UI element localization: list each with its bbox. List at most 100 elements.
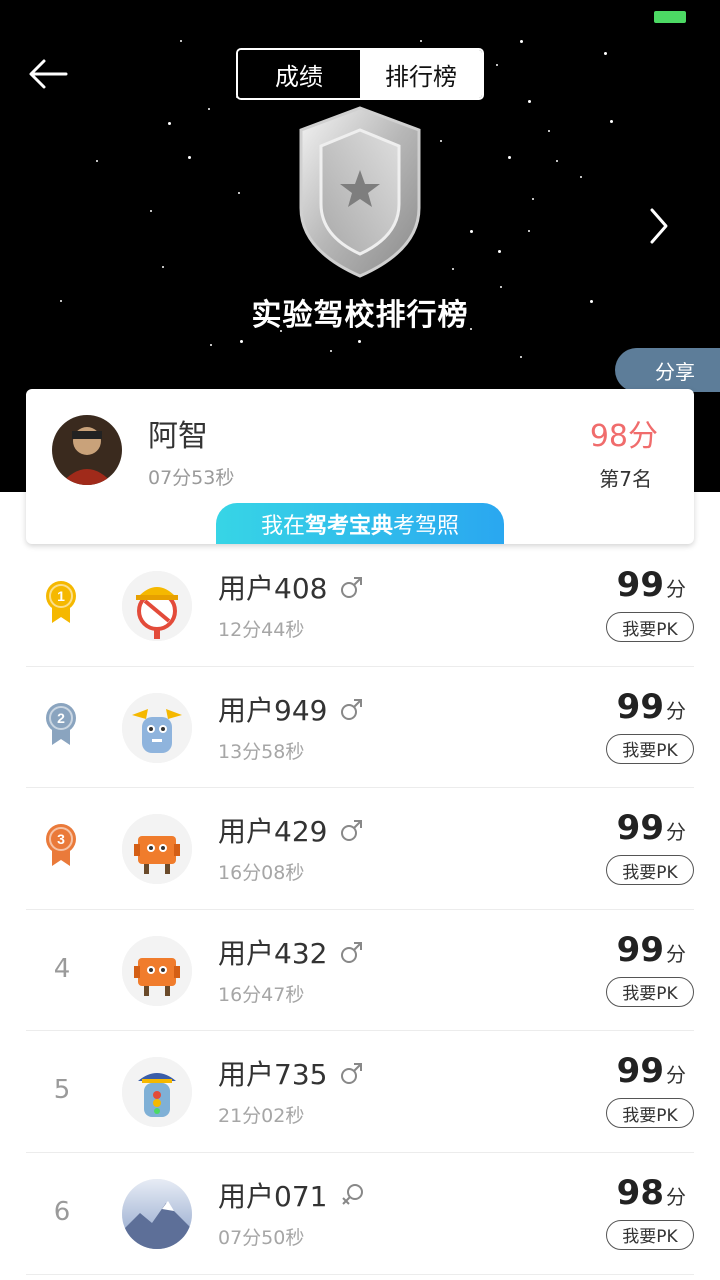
star-dot — [520, 356, 522, 358]
score: 98分 — [617, 1173, 686, 1213]
star-dot — [498, 250, 501, 253]
avatar[interactable] — [122, 571, 192, 641]
star-dot — [162, 266, 164, 268]
star-dot — [500, 286, 502, 288]
star-dot — [452, 268, 454, 270]
star-dot — [496, 64, 498, 66]
promo-banner[interactable]: 我在 驾考宝典 考驾照 — [216, 503, 504, 544]
star-dot — [208, 108, 210, 110]
divider — [26, 1273, 694, 1275]
user-name-line: 用户949 — [218, 689, 365, 729]
score: 99 分 — [617, 1051, 686, 1091]
star-dot — [150, 210, 152, 212]
score: 99 分 — [617, 808, 686, 848]
promo-brand: 驾考宝典 — [304, 514, 393, 539]
star-dot — [604, 52, 607, 55]
user-name-line: 用户429 — [218, 810, 365, 850]
chevron-right-icon[interactable] — [644, 204, 674, 248]
battery-icon — [654, 11, 686, 23]
table-row[interactable]: 2 用户949 13分58秒 99 分我要PK — [0, 667, 720, 789]
user-name-line: 用户071 — [218, 1175, 365, 1215]
star-dot — [470, 230, 473, 233]
male-icon — [341, 1063, 363, 1085]
user-name: 用户408 — [218, 572, 328, 605]
avatar[interactable] — [52, 415, 122, 485]
star-dot — [556, 160, 558, 162]
pk-button[interactable]: 我要PK — [606, 1219, 694, 1250]
user-name: 用户735 — [218, 1058, 328, 1092]
elapsed-time: 16分47秒 — [218, 983, 305, 1006]
star-dot — [420, 40, 422, 42]
table-row[interactable]: 1 用户408 12分44秒 99 分我要PK — [0, 545, 720, 667]
bronze-medal-icon: 3 — [44, 822, 78, 868]
score-value: 99 — [616, 1051, 664, 1092]
tab-leaderboard[interactable]: 排行榜 — [360, 50, 482, 98]
table-row[interactable]: 3 用户429 16分08秒 99 分我要PK — [0, 788, 720, 910]
promo-suffix: 考驾照 — [393, 514, 460, 539]
user-name: 用户432 — [218, 936, 328, 970]
star-dot — [508, 156, 511, 159]
pk-button[interactable]: 我要PK — [606, 1098, 694, 1129]
user-name: 用户949 — [218, 693, 328, 727]
rank-number: 6 — [53, 1196, 71, 1227]
avatar[interactable] — [122, 814, 192, 885]
score-unit: 分 — [666, 698, 686, 723]
pk-button[interactable]: 我要PK — [606, 733, 694, 764]
user-name: 阿智 — [148, 419, 208, 454]
medal-rank: 1 — [57, 588, 65, 604]
star-dot — [580, 176, 582, 178]
star-dot — [610, 120, 613, 123]
share-button[interactable]: 分享 — [615, 348, 720, 392]
score-value: 99 — [616, 686, 664, 727]
score-value: 98 — [616, 1172, 664, 1213]
star-dot — [528, 100, 531, 103]
my-result-card: 阿智 07分53秒 98分 第7名 我在 驾考宝典 考驾照 — [26, 389, 694, 544]
elapsed-time: 13分58秒 — [218, 740, 305, 763]
score-unit: 分 — [666, 1184, 686, 1209]
pk-button[interactable]: 我要PK — [606, 612, 694, 642]
star-dot — [330, 350, 332, 352]
avatar[interactable] — [122, 1057, 192, 1128]
table-row[interactable]: 5 用户735 21分02秒 99 分我要PK — [0, 1031, 720, 1153]
score: 99 分 — [617, 930, 686, 970]
user-name-line: 用户735 — [218, 1053, 365, 1093]
elapsed-time: 07分50秒 — [218, 1226, 305, 1249]
tab-score[interactable]: 成绩 — [238, 50, 360, 98]
table-row[interactable]: 6 用户071 07分50秒 98 分我要PK — [0, 1153, 720, 1275]
user-name-line: 用户432 — [218, 932, 365, 972]
pk-button[interactable]: 我要PK — [606, 976, 694, 1007]
elapsed-time: 16分08秒 — [218, 862, 305, 885]
user-name: 用户429 — [218, 815, 328, 849]
rank-number: 5 — [53, 1075, 71, 1106]
star-dot — [180, 40, 182, 42]
score-unit: 分 — [666, 1063, 686, 1088]
avatar[interactable] — [122, 692, 192, 763]
gold-medal-icon: 1 — [44, 579, 78, 625]
star-dot — [520, 40, 523, 43]
score-value: 99 — [616, 808, 664, 849]
male-icon — [341, 941, 363, 963]
male-icon — [341, 698, 363, 720]
silver-medal-icon: 2 — [44, 701, 78, 747]
star-dot — [96, 160, 98, 162]
table-row[interactable]: 4 用户432 16分47秒 99 分我要PK — [0, 910, 720, 1032]
score-unit: 分 — [666, 577, 686, 601]
star-dot — [188, 156, 191, 159]
score: 98分 — [589, 419, 658, 454]
score-unit: 分 — [666, 941, 686, 966]
medal-rank: 3 — [57, 831, 65, 847]
user-name: 用户071 — [218, 1179, 328, 1213]
pk-button[interactable]: 我要PK — [606, 855, 694, 886]
promo-prefix: 我在 — [260, 514, 305, 539]
male-icon — [341, 820, 363, 842]
arrow-left-icon[interactable] — [26, 56, 70, 92]
star-dot — [240, 340, 243, 343]
rank-number: 4 — [53, 953, 71, 984]
leaderboard-title: 实验驾校排行榜 — [251, 298, 469, 333]
star-dot — [532, 198, 534, 200]
avatar[interactable] — [122, 935, 192, 1006]
star-dot — [440, 140, 442, 142]
male-icon — [341, 577, 363, 598]
avatar[interactable] — [122, 1178, 192, 1249]
star-dot — [210, 344, 212, 346]
